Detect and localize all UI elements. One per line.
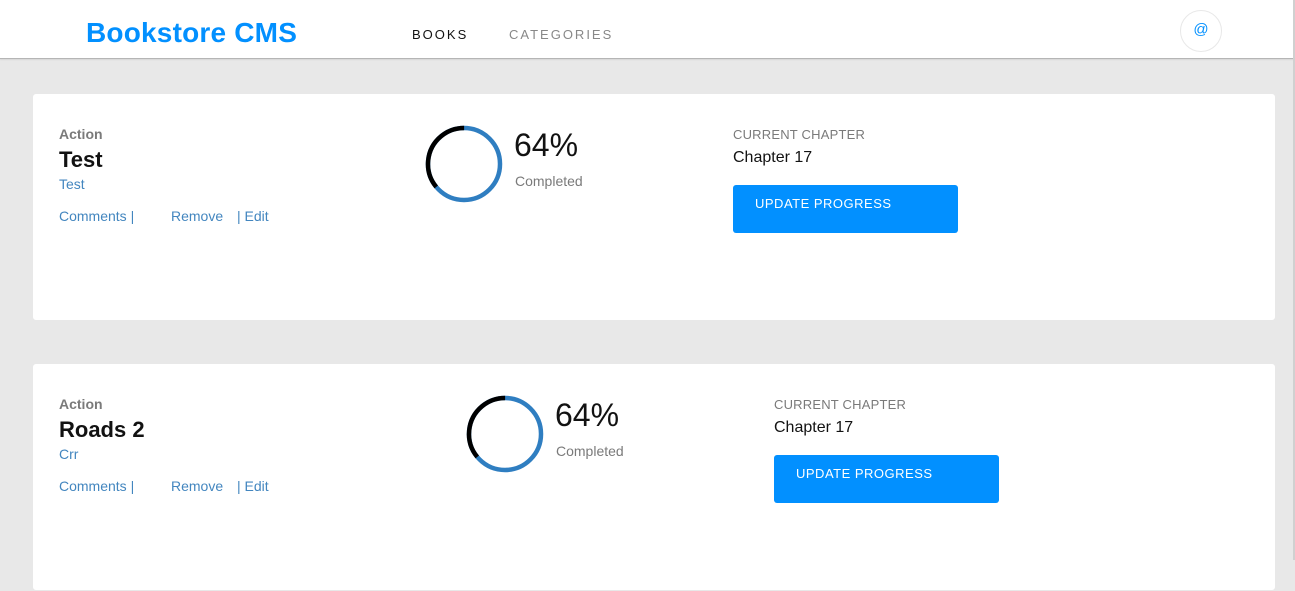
progress-ring-fill (425, 125, 503, 203)
book-card: Action Test Test Comments | Remove | Edi… (32, 93, 1276, 321)
update-progress-label: UPDATE PROGRESS (755, 196, 892, 211)
update-progress-button[interactable]: UPDATE PROGRESS (733, 185, 958, 233)
comments-button[interactable]: Comments | (59, 478, 134, 494)
remove-button[interactable]: Remove (171, 478, 223, 494)
book-author[interactable]: Test (59, 176, 85, 192)
current-chapter-label: CURRENT CHAPTER (733, 127, 866, 142)
book-genre: Action (59, 126, 103, 142)
progress-circle-icon (425, 125, 503, 203)
app-logo[interactable]: Bookstore CMS (86, 16, 297, 50)
progress-ring-fill (466, 395, 544, 473)
progress-circle-icon (466, 395, 544, 473)
progress-completed-label: Completed (556, 443, 624, 459)
user-avatar-button[interactable]: @ (1180, 10, 1222, 52)
nav-link-categories[interactable]: CATEGORIES (509, 28, 613, 42)
top-navbar: Bookstore CMS BOOKS CATEGORIES @ (0, 0, 1295, 59)
book-card: Action Roads 2 Crr Comments | Remove | E… (32, 363, 1276, 591)
user-icon: @ (1193, 20, 1209, 38)
edit-button[interactable]: | Edit (237, 478, 269, 494)
nav-link-books[interactable]: BOOKS (412, 28, 468, 42)
progress-percent: 64% (555, 397, 620, 433)
progress-completed-label: Completed (515, 173, 583, 189)
progress-percent: 64% (514, 127, 579, 163)
current-chapter-value: Chapter 17 (774, 419, 854, 436)
remove-button[interactable]: Remove (171, 208, 223, 224)
edit-button[interactable]: | Edit (237, 208, 269, 224)
book-title: Test (59, 147, 103, 172)
current-chapter-label: CURRENT CHAPTER (774, 397, 907, 412)
book-genre: Action (59, 396, 103, 412)
current-chapter-value: Chapter 17 (733, 149, 813, 166)
book-title: Roads 2 (59, 417, 145, 442)
update-progress-label: UPDATE PROGRESS (796, 466, 933, 481)
comments-button[interactable]: Comments | (59, 208, 134, 224)
update-progress-button[interactable]: UPDATE PROGRESS (774, 455, 999, 503)
book-author[interactable]: Crr (59, 446, 78, 462)
